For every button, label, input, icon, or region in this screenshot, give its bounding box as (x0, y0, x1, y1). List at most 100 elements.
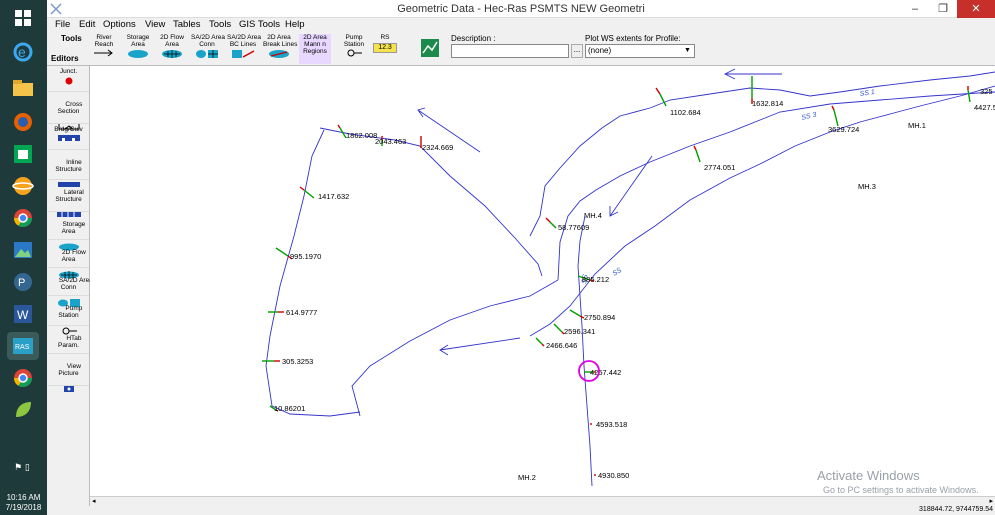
river-reach-left (265, 129, 361, 417)
scroll-left-icon[interactable]: ◂ (92, 497, 96, 505)
mann-n-regions-tool[interactable]: 2D Area Mann n Regions (299, 34, 331, 64)
toolbar: Tools Editors River Reach Storage Area 2… (47, 32, 995, 66)
database-icon[interactable]: P (7, 268, 39, 296)
station-885: 885.212 (582, 275, 609, 284)
firefox-icon[interactable] (7, 108, 39, 136)
cross-section-tool[interactable]: Cross Section (48, 94, 89, 130)
side-pump-station-tool[interactable]: Pump Station (48, 298, 89, 335)
river-reach-tool[interactable]: River Reach (89, 34, 119, 64)
xs-3629 (831, 105, 839, 127)
coordinate-readout: 318844.72, 9744759.54 (919, 506, 993, 513)
menu-help[interactable]: Help (285, 19, 305, 30)
sa-2d-conn-label: SA/2D Area Conn (191, 34, 225, 48)
storage-area-tool[interactable]: Storage Area (123, 34, 153, 64)
app-orange-icon[interactable] (7, 172, 39, 200)
xs-58 (545, 217, 557, 229)
leaf-app-icon[interactable] (7, 396, 39, 424)
pump-station-label: Pump Station (343, 34, 365, 48)
menu-tools[interactable]: Tools (209, 19, 231, 30)
clock-date: 7/19/2018 (5, 503, 42, 512)
bridge-culvert-tool[interactable]: Brdg/Culv (48, 126, 89, 150)
station-3629: 3629.724 (828, 125, 859, 134)
junction-tool[interactable]: Junct. (48, 68, 89, 92)
profile-plot-tool[interactable] (419, 34, 441, 64)
station-4427: 4427.574 (974, 103, 995, 112)
system-clock[interactable]: 10:16 AM 7/19/2018 (0, 493, 47, 513)
manhole-mh1: MH.1 (908, 121, 926, 130)
svg-text:W: W (17, 308, 29, 322)
window-title: Geometric Data - Hec-Ras PSMTS NEW Geome… (397, 3, 645, 15)
plot-ws-label: Plot WS extents for Profile: (585, 34, 681, 43)
river-label-ss1: SS 1 (859, 89, 875, 98)
svg-text:e: e (18, 44, 26, 60)
rs-label: RS (380, 34, 390, 41)
menu-options[interactable]: Options (103, 19, 136, 30)
menu-file[interactable]: File (55, 19, 70, 30)
menu-view[interactable]: View (145, 19, 165, 30)
station-2324: 2324.669 (422, 143, 453, 152)
menu-gis-tools[interactable]: GIS Tools (239, 19, 280, 30)
scroll-right-icon[interactable]: ▸ (989, 497, 993, 505)
river-label-ss-a: SS (612, 267, 624, 278)
station-4930: 4930.850 (598, 471, 629, 480)
store-icon[interactable] (7, 140, 39, 168)
river-reach-label: River Reach (94, 34, 114, 48)
side-sa-2d-conn-tool[interactable]: SA/2D Area Conn (48, 270, 93, 307)
svg-text:⚑ ▯: ⚑ ▯ (14, 463, 30, 472)
windows-start-icon[interactable] (7, 4, 39, 32)
htab-param-tool[interactable]: HTab Param. (48, 328, 89, 354)
bridge-icon (57, 135, 80, 141)
station-2466: 2466.646 (546, 341, 577, 350)
xs-2466 (535, 337, 545, 347)
geometry-map-canvas[interactable]: SS 1 SS 3 SS SS MH.1 MH.3 MH.4 MH.2 1862… (90, 66, 995, 496)
inline-structure-tool[interactable]: Inline Structure (48, 152, 89, 187)
chrome-icon[interactable] (7, 204, 39, 232)
station-4257: 4257.442 (590, 368, 621, 377)
station-10: 10.86201 (274, 404, 305, 413)
plot-ws-profile-select[interactable]: (none) ▼ (585, 44, 695, 58)
svg-text:P: P (18, 277, 25, 289)
river-reach-upper-channel (557, 91, 995, 281)
dropdown-arrow-icon: ▼ (684, 47, 691, 54)
station-2043: 2043.463 (375, 137, 406, 146)
title-bar: Geometric Data - Hec-Ras PSMTS NEW Geome… (47, 0, 995, 18)
sa-2d-conn-tool[interactable]: SA/2D Area Conn (191, 34, 225, 64)
word-icon[interactable]: W (7, 300, 39, 328)
break-lines-tool[interactable]: 2D Area Break Lines (263, 34, 298, 64)
2d-flow-area-label: 2D Flow Area (160, 34, 184, 48)
svg-text:RAS: RAS (15, 344, 30, 351)
description-input[interactable] (451, 44, 569, 58)
junction-icon (65, 77, 72, 85)
maximize-button[interactable]: ❐ (929, 0, 957, 18)
side-2d-flow-area-tool[interactable]: 2D Flow Area (48, 242, 89, 279)
chrome-icon-2[interactable] (7, 364, 39, 392)
hecras-icon[interactable]: RAS (7, 332, 39, 360)
bc-lines-tool[interactable]: SA/2D Area BC Lines (227, 34, 261, 64)
rs-tool[interactable]: RS 12.3 (371, 34, 399, 64)
lateral-structure-tool[interactable]: Lateral Structure (48, 182, 89, 217)
menu-edit[interactable]: Edit (79, 19, 95, 30)
2d-flow-area-tool[interactable]: 2D Flow Area (157, 34, 187, 64)
connection-icon (196, 50, 218, 58)
photos-icon[interactable] (7, 236, 39, 264)
network-icon[interactable]: ⚑ ▯ (7, 452, 39, 480)
geometry-drawing[interactable]: SS 1 SS 3 SS SS MH.1 MH.3 MH.4 MH.2 1862… (90, 66, 995, 496)
description-browse-button[interactable]: ... (571, 44, 583, 58)
manhole-mh4: MH.4 (584, 211, 602, 220)
junction-label: Junct. (59, 68, 78, 75)
ie-browser-icon[interactable]: e (7, 38, 39, 66)
menu-tables[interactable]: Tables (173, 19, 200, 30)
break-lines-label: 2D Area Break Lines (263, 34, 298, 48)
xs-2750 (569, 309, 585, 319)
pump-station-tool[interactable]: Pump Station (339, 34, 369, 64)
minimize-button[interactable]: – (901, 0, 929, 18)
view-picture-tool[interactable]: View Picture (48, 356, 89, 392)
file-explorer-icon[interactable] (7, 74, 39, 102)
close-button[interactable]: ✕ (957, 0, 995, 18)
tools-label: Tools (61, 34, 82, 43)
status-bar: 318844.72, 9744759.54 (47, 506, 995, 515)
mann-n-regions-label: 2D Area Mann n Regions (303, 34, 327, 55)
side-storage-area-tool[interactable]: Storage Area (48, 214, 89, 251)
inline-structure-label: Inline Structure (55, 159, 82, 173)
horizontal-scrollbar[interactable]: ◂ ▸ (90, 496, 995, 506)
